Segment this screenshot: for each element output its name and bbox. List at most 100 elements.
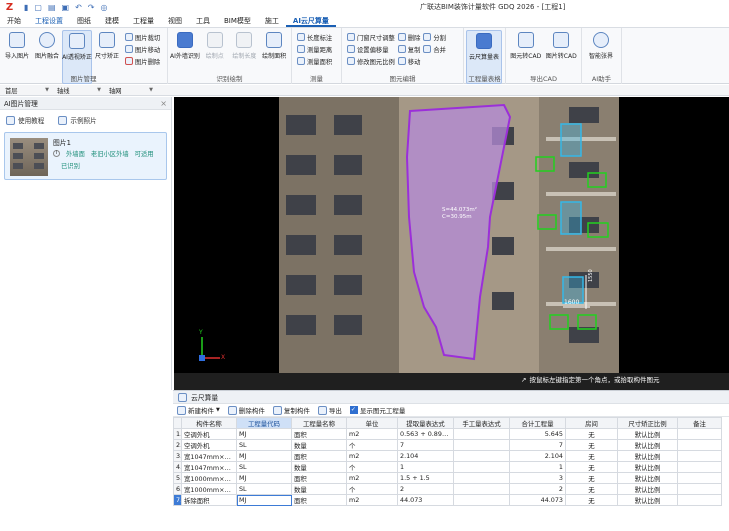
drawing-canvas[interactable]: S=44.073m² C=30.95m 1600 1550 Y X ↗ 按鼠标左键… — [174, 97, 729, 390]
cell-room[interactable]: 无 — [565, 483, 618, 495]
cell-qty-name[interactable]: 面积 — [291, 428, 347, 440]
delete-component-button[interactable]: 删除构件 — [227, 405, 265, 415]
cell-extract-expr[interactable]: 0.563 + 0.897 ... — [397, 428, 454, 440]
cell-manual-expr[interactable] — [453, 428, 510, 440]
cell-qty-name[interactable]: 数量 — [291, 483, 347, 495]
menu-ai-cloud-takeoff[interactable]: AI云尺算量 — [285, 15, 336, 27]
length-dimension-button[interactable]: 长度标注 — [297, 32, 332, 42]
header-total-qty[interactable]: 合计工程量 — [509, 417, 566, 429]
menu-project-settings[interactable]: 工程设置 — [28, 15, 70, 27]
cell-note[interactable] — [677, 472, 722, 484]
cell-scale-ratio[interactable]: 默认比例 — [617, 428, 678, 440]
cell-unit[interactable]: m2 — [346, 472, 398, 484]
cell-manual-expr[interactable] — [453, 483, 510, 495]
cell-scale-ratio[interactable]: 默认比例 — [617, 483, 678, 495]
header-manual-expr[interactable]: 手工量表达式 — [453, 417, 510, 429]
menu-view[interactable]: 视图 — [161, 15, 189, 27]
cell-unit[interactable]: m2 — [346, 494, 398, 506]
cell-unit[interactable]: 个 — [346, 483, 398, 495]
header-extract-expr[interactable]: 提取量表达式 — [397, 417, 454, 429]
header-component-name[interactable]: 构件名称 — [181, 417, 237, 429]
menu-modeling[interactable]: 建模 — [98, 15, 126, 27]
image-card[interactable]: 图片1 i 外墙面 老旧小区外墙 可适用 已识别 — [4, 132, 167, 180]
row-index[interactable]: 2 — [173, 439, 182, 451]
cell-total-qty[interactable]: 3 — [509, 472, 566, 484]
axis-select[interactable]: 轴线 ▼ — [54, 86, 104, 95]
row-index[interactable]: 3 — [173, 450, 182, 462]
cell-component-name[interactable]: 宽1047mm×高... — [181, 461, 237, 473]
cell-extract-expr[interactable]: 2 — [397, 483, 454, 495]
sample-photos-link[interactable]: 示例照片 — [58, 115, 97, 125]
cell-qty-code[interactable]: MJ — [236, 450, 292, 462]
cell-note[interactable] — [677, 428, 722, 440]
table-row[interactable]: 1 空调外机 MJ 面积 m2 0.563 + 0.897 ... 5.645 无默认比例 — [173, 428, 722, 440]
new-file-icon[interactable]: ▢ — [34, 1, 42, 14]
cell-total-qty[interactable]: 1 — [509, 461, 566, 473]
cell-qty-code[interactable]: MJ — [236, 472, 292, 484]
cell-qty-code[interactable]: SL — [236, 483, 292, 495]
delete-element-button[interactable]: 删除 — [397, 32, 420, 42]
header-qty-name[interactable]: 工程量名称 — [291, 417, 347, 429]
header-note[interactable]: 备注 — [677, 417, 722, 429]
menu-bim-model[interactable]: BIM模型 — [217, 15, 258, 27]
save-icon[interactable]: ▮ — [24, 1, 28, 14]
menu-drawings[interactable]: 图纸 — [70, 15, 98, 27]
image-delete-button[interactable]: 图片删除 — [125, 56, 160, 66]
cell-manual-expr[interactable] — [453, 472, 510, 484]
header-qty-code[interactable]: 工程量代码 — [236, 417, 292, 429]
copy-element-button[interactable]: 复制 — [397, 44, 420, 54]
cell-qty-name[interactable]: 面积 — [291, 450, 347, 462]
set-offset-button[interactable]: 设置偏移量 — [347, 44, 395, 54]
header-room[interactable]: 房间 — [565, 417, 618, 429]
cell-note[interactable] — [677, 494, 722, 506]
cell-component-name[interactable]: 空调外机 — [181, 439, 237, 451]
cell-manual-expr[interactable] — [453, 461, 510, 473]
copy-component-button[interactable]: 复制构件 — [272, 405, 310, 415]
cell-room[interactable]: 无 — [565, 428, 618, 440]
cell-unit[interactable]: m2 — [346, 428, 398, 440]
table-row[interactable]: 7 拆除面积 MJ 面积 m2 44.073 44.073 无默认比例 — [173, 494, 722, 506]
cell-total-qty[interactable]: 2 — [509, 483, 566, 495]
cell-component-name[interactable]: 拆除面积 — [181, 494, 237, 506]
move-element-button[interactable]: 移动 — [397, 56, 420, 66]
header-unit[interactable]: 单位 — [346, 417, 398, 429]
cell-room[interactable]: 无 — [565, 439, 618, 451]
grid-select[interactable]: 轴网 ▼ — [106, 86, 156, 95]
cell-note[interactable] — [677, 450, 722, 462]
cell-total-qty[interactable]: 2.104 — [509, 450, 566, 462]
show-element-qty-checkbox[interactable]: ✓ 显示图元工程量 — [349, 405, 405, 415]
tutorial-link[interactable]: 使用教程 — [6, 115, 44, 125]
redo-icon[interactable]: ↷ — [88, 1, 95, 14]
image-crop-button[interactable]: 图片裁切 — [125, 32, 160, 42]
row-index[interactable]: 6 — [173, 483, 182, 495]
measure-area-button[interactable]: 测量面积 — [297, 56, 332, 66]
menu-tools[interactable]: 工具 — [189, 15, 217, 27]
cell-qty-code[interactable]: MJ — [236, 428, 292, 440]
undo-icon[interactable]: ↶ — [75, 1, 82, 14]
cell-scale-ratio[interactable]: 默认比例 — [617, 494, 678, 506]
cell-qty-code[interactable]: MJ — [236, 494, 292, 506]
cell-qty-name[interactable]: 面积 — [291, 494, 347, 506]
cell-qty-name[interactable]: 数量 — [291, 439, 347, 451]
cell-extract-expr[interactable]: 1.5 + 1.5 — [397, 472, 454, 484]
save-as-icon[interactable]: ▣ — [62, 1, 70, 14]
cell-total-qty[interactable]: 5.645 — [509, 428, 566, 440]
cell-component-name[interactable]: 宽1000mm×高... — [181, 483, 237, 495]
table-row[interactable]: 3 宽1047mm×高... MJ 面积 m2 2.104 2.104 无默认比例 — [173, 450, 722, 462]
close-icon[interactable]: × — [160, 99, 167, 108]
header-scale-ratio[interactable]: 尺寸矫正比例 — [617, 417, 678, 429]
cell-scale-ratio[interactable]: 默认比例 — [617, 461, 678, 473]
cell-component-name[interactable]: 宽1047mm×高... — [181, 450, 237, 462]
cell-unit[interactable]: 个 — [346, 439, 398, 451]
door-window-size-button[interactable]: 门窗尺寸调整 — [347, 32, 395, 42]
cell-total-qty[interactable]: 7 — [509, 439, 566, 451]
table-row[interactable]: 2 空调外机 SL 数量个 7 7 无默认比例 — [173, 439, 722, 451]
cell-scale-ratio[interactable]: 默认比例 — [617, 450, 678, 462]
cell-room[interactable]: 无 — [565, 461, 618, 473]
new-component-button[interactable]: 新建构件 ▼ — [177, 405, 220, 415]
row-index[interactable]: 7 — [173, 494, 182, 506]
image-move-button[interactable]: 图片移动 — [125, 44, 160, 54]
cell-room[interactable]: 无 — [565, 472, 618, 484]
open-file-icon[interactable]: ▤ — [48, 1, 56, 14]
cell-note[interactable] — [677, 483, 722, 495]
